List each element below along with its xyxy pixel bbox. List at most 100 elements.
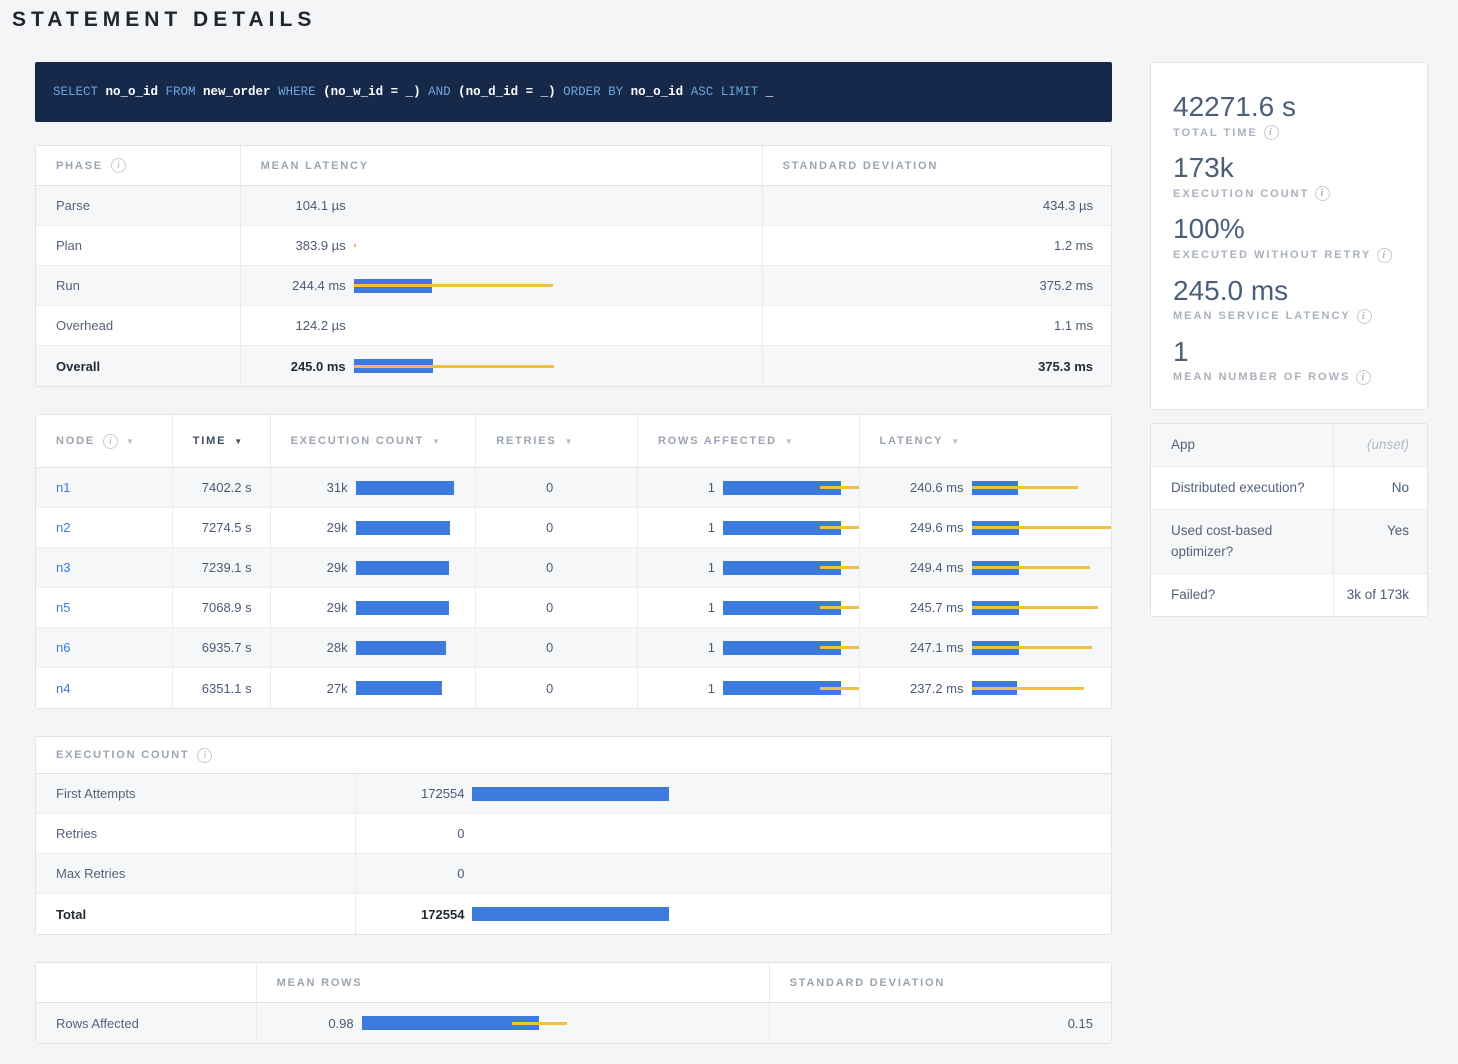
stat-mean-number-of-rows: 1 MEAN NUMBER OF ROWSi [1173, 336, 1405, 385]
node-column-header[interactable]: NODE i ▼ [36, 415, 173, 467]
count-bar-chart [472, 867, 669, 881]
execution-count-value: 28k [291, 640, 348, 655]
info-icon[interactable]: i [1315, 186, 1330, 201]
sort-icon[interactable]: ▼ [234, 437, 242, 446]
mean-bar [356, 481, 454, 495]
retries-column-header[interactable]: RETRIES ▼ [476, 415, 638, 467]
rows-affected-value: 1 [658, 520, 715, 535]
stddev-line [354, 365, 554, 368]
mean-bar [356, 521, 450, 535]
attr-label: Used cost-based optimizer? [1151, 510, 1334, 573]
sort-icon[interactable]: ▼ [785, 437, 793, 446]
attr-label: App [1151, 424, 1334, 466]
node-link[interactable]: n2 [56, 520, 70, 535]
attr-row-distributed-execution: Distributed execution? No [1151, 467, 1427, 510]
latency-value: 247.1 ms [880, 640, 964, 655]
sql-statement-box: SELECT no_o_id FROM new_order WHERE (no_… [35, 62, 1112, 122]
rows-affected-value: 1 [658, 600, 715, 615]
execution-count-table: EXECUTION COUNT i First Attempts 172554 … [35, 736, 1112, 935]
phase-table-header-row: PHASE i MEAN LATENCY STANDARD DEVIATION [36, 146, 1111, 186]
info-icon[interactable]: i [1356, 370, 1371, 385]
empty-header-cell [36, 963, 257, 1002]
stddev-line [512, 1022, 566, 1025]
node-link[interactable]: n4 [56, 681, 70, 696]
statement-details-page: STATEMENT DETAILS SELECT no_o_id FROM ne… [0, 0, 1458, 1064]
time-column-header[interactable]: TIME ▼ [173, 415, 271, 467]
rows-affected-bar-chart [723, 681, 860, 695]
execution-count-bar-chart [356, 561, 454, 575]
sql-keyword: SELECT [53, 85, 106, 99]
sort-icon[interactable]: ▼ [432, 437, 440, 446]
row-first-attempts: First Attempts 172554 [36, 774, 1111, 814]
stat-executed-without-retry: 100% EXECUTED WITHOUT RETRYi [1173, 213, 1405, 262]
sort-icon[interactable]: ▼ [565, 437, 573, 446]
node-row-n2: n2 7274.5 s 29k 0 1 249.6 ms [36, 508, 1111, 548]
latency-bar-chart [972, 641, 1111, 655]
node-link[interactable]: n3 [56, 560, 70, 575]
info-icon[interactable]: i [1357, 309, 1372, 324]
node-row-n6: n6 6935.7 s 28k 0 1 247.1 ms [36, 628, 1111, 668]
retries-value: 0 [496, 560, 553, 575]
attr-value: 3k of 173k [1334, 574, 1427, 616]
info-icon[interactable]: i [1377, 248, 1392, 263]
rows-affected-column-header[interactable]: ROWS AFFECTED ▼ [638, 415, 860, 467]
node-link[interactable]: n5 [56, 600, 70, 615]
time-value: 6351.1 s [202, 681, 252, 696]
table-row-parse: Parse 104.1 µs 434.3 µs [36, 186, 1111, 226]
sort-icon[interactable]: ▼ [951, 437, 959, 446]
node-table-header-row: NODE i ▼ TIME ▼ EXECUTION COUNT ▼ RETRIE… [36, 415, 1111, 468]
std-dev-value: 0.15 [1068, 1016, 1093, 1031]
stat-total-time: 42271.6 s TOTAL TIMEi [1173, 91, 1405, 140]
execution-count-column-header[interactable]: EXECUTION COUNT ▼ [271, 415, 477, 467]
std-deviation-column-header: STANDARD DEVIATION [770, 963, 1111, 1002]
execution-count-value: 29k [291, 520, 348, 535]
attr-row-app: App (unset) [1151, 424, 1427, 467]
table-row-overall: Overall 245.0 ms 375.3 ms [36, 346, 1111, 386]
rows-affected-value: 1 [658, 560, 715, 575]
latency-bar-chart [354, 279, 554, 293]
node-link[interactable]: n6 [56, 640, 70, 655]
stddev-line [354, 284, 554, 287]
stddev-line [354, 244, 356, 247]
stddev-line [820, 687, 859, 690]
node-row-n3: n3 7239.1 s 29k 0 1 249.4 ms [36, 548, 1111, 588]
mean-latency-value: 124.2 µs [261, 318, 346, 333]
latency-column-header[interactable]: LATENCY ▼ [860, 415, 1112, 467]
count-value: 172554 [376, 907, 464, 922]
execution-count-bar-chart [356, 681, 454, 695]
count-value: 0 [376, 866, 464, 881]
std-dev-value: 375.2 ms [1040, 278, 1093, 293]
mean-bar [356, 561, 449, 575]
mean-latency-value: 245.0 ms [261, 359, 346, 374]
row-retries: Retries 0 [36, 814, 1111, 854]
node-link[interactable]: n1 [56, 480, 70, 495]
time-value: 7068.9 s [202, 600, 252, 615]
row-rows-affected: Rows Affected 0.98 0.15 [36, 1003, 1111, 1043]
count-value: 0 [376, 826, 464, 841]
latency-bar-chart [972, 561, 1111, 575]
row-label: Retries [56, 826, 97, 841]
phase-info-icon[interactable]: i [111, 158, 126, 173]
retries-value: 0 [496, 681, 553, 696]
latency-bar-chart [972, 481, 1111, 495]
node-info-icon[interactable]: i [103, 434, 118, 449]
stddev-line [820, 606, 859, 609]
phase-label: Overall [56, 359, 100, 374]
node-row-n4: n4 6351.1 s 27k 0 1 237.2 ms [36, 668, 1111, 708]
retries-value: 0 [496, 480, 553, 495]
stddev-line [972, 646, 1092, 649]
sort-icon[interactable]: ▼ [126, 437, 134, 446]
count-bar-chart [472, 827, 669, 841]
execution-count-info-icon[interactable]: i [197, 748, 212, 763]
row-label: Total [56, 907, 86, 922]
table-row-run: Run 244.4 ms 375.2 ms [36, 266, 1111, 306]
count-value: 172554 [376, 786, 464, 801]
stddev-line [820, 526, 859, 529]
time-value: 6935.7 s [202, 640, 252, 655]
info-icon[interactable]: i [1264, 125, 1279, 140]
sql-keyword: ORDER BY [556, 85, 631, 99]
stddev-line [820, 646, 859, 649]
execution-count-value: 31k [291, 480, 348, 495]
attr-value: Yes [1334, 510, 1427, 573]
rows-affected-bar-chart [723, 521, 860, 535]
